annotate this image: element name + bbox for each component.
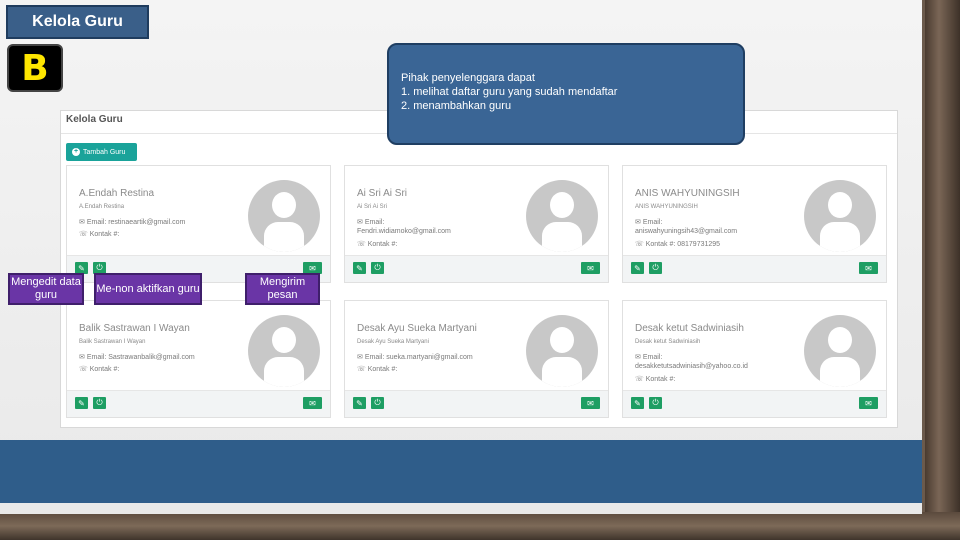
avatar-placeholder-icon: [248, 315, 320, 387]
teacher-email-2: Fendri.widiamoko@gmail.com: [357, 228, 451, 235]
teacher-email-2: desakketutsadwiniasih@yahoo.co.id: [635, 363, 748, 370]
teacher-subname: Ai Sri Ai Sri: [357, 204, 388, 210]
app-screenshot: Kelola Guru + Tambah Guru A.Endah Restin…: [60, 110, 898, 428]
teacher-contact-text: Kontak #:: [645, 376, 676, 383]
teacher-contact: ☏ Kontak #:: [79, 231, 120, 238]
power-icon[interactable]: ⏻: [371, 397, 384, 409]
teacher-name: ANIS WAHYUNINGSIH: [635, 188, 740, 199]
teacher-contact-text: Kontak #: 08179731295: [645, 241, 721, 248]
power-icon[interactable]: ⏻: [649, 262, 662, 274]
teacher-card: Balik Sastrawan I Wayan Balik Sastrawan …: [66, 300, 331, 418]
teacher-name: A.Endah Restina: [79, 188, 155, 199]
teacher-subname: ANIS WAHYUNINGSIH: [635, 204, 698, 210]
teacher-email: ✉ Email: Sastrawanbalik@gmail.com: [79, 354, 195, 361]
callout-line-3: 2. menambahkan guru: [401, 100, 512, 112]
teacher-contact-text: Kontak #:: [367, 366, 398, 373]
teacher-email-2: aniswahyuningsih43@gmail.com: [635, 228, 738, 235]
slide: Kelola Guru B Pihak penyelenggara dapat …: [0, 0, 922, 514]
teacher-card: Ai Sri Ai Sri Ai Sri Ai Sri ✉ Email: Fen…: [344, 165, 609, 283]
teacher-email: ✉ Email:: [357, 219, 385, 226]
teacher-contact-text: Kontak #:: [89, 231, 120, 238]
teacher-subname: A.Endah Restina: [79, 204, 125, 210]
teacher-card: Desak ketut Sadwiniasih Desak ketut Sadw…: [622, 300, 887, 418]
add-teacher-label: Tambah Guru: [83, 148, 126, 156]
add-teacher-button[interactable]: + Tambah Guru: [66, 143, 137, 161]
teacher-subname: Balik Sastrawan I Wayan: [79, 339, 146, 345]
callout-line-1: Pihak penyelenggara dapat: [401, 72, 535, 84]
send-message-icon[interactable]: ✉: [581, 397, 600, 409]
teacher-card: ANIS WAHYUNINGSIH ANIS WAHYUNINGSIH ✉ Em…: [622, 165, 887, 283]
send-message-icon[interactable]: ✉: [859, 397, 878, 409]
avatar-placeholder-icon: [526, 315, 598, 387]
teacher-name: Balik Sastrawan I Wayan: [79, 323, 190, 334]
edit-icon[interactable]: ✎: [631, 397, 644, 409]
teacher-name: Desak ketut Sadwiniasih: [635, 323, 744, 334]
card-actions: ✎ ⏻ ✉: [623, 390, 886, 417]
teacher-subname: Desak Ayu Sueka Martyani: [357, 339, 429, 345]
teacher-email-text: Email:: [642, 219, 663, 226]
avatar-placeholder-icon: [804, 315, 876, 387]
teacher-email: ✉ Email:: [635, 354, 663, 361]
wood-background-right: [925, 0, 960, 540]
edit-icon[interactable]: ✎: [75, 397, 88, 409]
teacher-subname: Desak ketut Sadwiniasih: [635, 339, 701, 345]
slide-title: Kelola Guru: [6, 5, 149, 39]
teacher-name: Ai Sri Ai Sri: [357, 188, 408, 199]
teacher-email: ✉ Email: restinaeartik@gmail.com: [79, 219, 186, 226]
teacher-contact-text: Kontak #:: [367, 241, 398, 248]
label-deactivate: Me-non aktifkan guru: [94, 273, 202, 305]
power-icon[interactable]: ⏻: [371, 262, 384, 274]
avatar-placeholder-icon: [248, 180, 320, 252]
power-icon[interactable]: ⏻: [93, 397, 106, 409]
slide-footer-band: [0, 440, 922, 503]
plus-circle-icon: +: [72, 148, 80, 156]
card-actions: ✎ ⏻ ✉: [67, 390, 330, 417]
teacher-name: Desak Ayu Sueka Martyani: [357, 323, 477, 334]
callout-line-2: 1. melihat daftar guru yang sudah mendaf…: [401, 86, 618, 98]
teacher-contact: ☏ Kontak #: 08179731295: [635, 241, 721, 248]
teacher-contact: ☏ Kontak #:: [635, 376, 676, 383]
card-actions: ✎ ⏻ ✉: [345, 390, 608, 417]
teacher-email-text: Email: sueka.martyani@gmail.com: [364, 354, 473, 361]
send-message-icon[interactable]: ✉: [581, 262, 600, 274]
teacher-card: Desak Ayu Sueka Martyani Desak Ayu Sueka…: [344, 300, 609, 418]
teacher-contact-text: Kontak #:: [89, 366, 120, 373]
wood-background-bottom: [0, 512, 960, 540]
teacher-email-text: Email:: [642, 354, 663, 361]
teacher-contact: ☏ Kontak #:: [79, 366, 120, 373]
teacher-contact: ☏ Kontak #:: [357, 241, 398, 248]
label-edit: Mengedit data guru: [8, 273, 84, 305]
avatar-placeholder-icon: [526, 180, 598, 252]
send-message-icon[interactable]: ✉: [303, 397, 322, 409]
teacher-email-text: Email: Sastrawanbalik@gmail.com: [86, 354, 195, 361]
teacher-card: A.Endah Restina A.Endah Restina ✉ Email:…: [66, 165, 331, 283]
edit-icon[interactable]: ✎: [353, 262, 366, 274]
card-actions: ✎ ⏻ ✉: [623, 255, 886, 282]
section-badge: B: [7, 44, 63, 92]
teacher-email: ✉ Email:: [635, 219, 663, 226]
teacher-email-text: Email: restinaeartik@gmail.com: [86, 219, 186, 226]
edit-icon[interactable]: ✎: [631, 262, 644, 274]
edit-icon[interactable]: ✎: [353, 397, 366, 409]
callout-description: Pihak penyelenggara dapat 1. melihat daf…: [387, 43, 745, 145]
teacher-email: ✉ Email: sueka.martyani@gmail.com: [357, 354, 473, 361]
send-message-icon[interactable]: ✉: [859, 262, 878, 274]
app-page-title: Kelola Guru: [66, 114, 123, 125]
card-actions: ✎ ⏻ ✉: [345, 255, 608, 282]
power-icon[interactable]: ⏻: [649, 397, 662, 409]
label-send-message: Mengirim pesan: [245, 273, 320, 305]
teacher-email-text: Email:: [364, 219, 385, 226]
teacher-contact: ☏ Kontak #:: [357, 366, 398, 373]
avatar-placeholder-icon: [804, 180, 876, 252]
